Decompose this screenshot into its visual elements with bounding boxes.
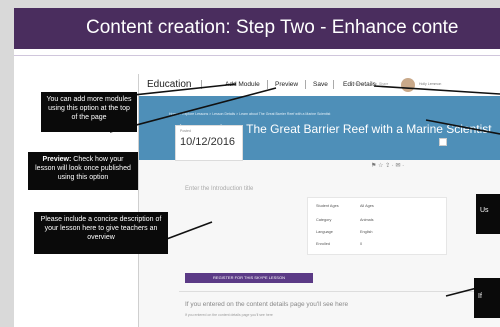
app-brand[interactable]: Education [147, 79, 191, 90]
info-key: Category [316, 218, 332, 222]
user-name[interactable]: Holly Lemmon [419, 82, 441, 86]
lesson-info-card: Student Ages All Ages Category Animals L… [307, 197, 447, 255]
nav-separator [201, 80, 202, 89]
avatar[interactable] [401, 78, 415, 92]
info-value: All Ages [360, 204, 374, 208]
slide-title-bar: Content creation: Step Two - Enhance con… [14, 8, 500, 49]
nav-separator [305, 80, 306, 89]
callout-preview-label: Preview: [42, 156, 72, 163]
callout-right-mid: Us [476, 194, 500, 234]
info-value: English [360, 230, 373, 234]
edit-title-checkbox[interactable] [439, 138, 447, 146]
info-value: 0 [360, 242, 363, 246]
date-label: Posted [180, 129, 191, 133]
callout-preview: Preview: Check how your lesson will look… [28, 152, 138, 190]
register-lesson-link[interactable]: Register lesson [353, 82, 377, 86]
lesson-action-icons[interactable]: ⚑ ☆ ⇪ · ✉ · [371, 162, 404, 169]
section-divider [179, 291, 479, 292]
app-screenshot: Education Add Module Preview Save Edit D… [138, 74, 500, 327]
info-key: Language [316, 230, 333, 234]
share-link[interactable]: Share [379, 82, 388, 86]
content-details-subnote: If you entered on the content details pa… [185, 313, 273, 317]
content-details-note: If you entered on the content details pa… [185, 301, 349, 308]
callout-description: Please include a concise description of … [34, 212, 168, 254]
slide: Content creation: Step Two - Enhance con… [14, 8, 500, 327]
nav-separator [333, 80, 334, 89]
callout-add-module: You can add more modules using this opti… [41, 92, 137, 132]
add-module-button[interactable]: Add Module [225, 81, 260, 88]
info-value: Animals [360, 218, 374, 222]
lesson-date: 10/12/2016 [180, 136, 236, 148]
info-key: Enrolled [316, 242, 330, 246]
register-lesson-button[interactable]: REGISTER FOR THIS SKYPE LESSON [185, 273, 313, 283]
app-top-nav: Education Add Module Preview Save Edit D… [139, 74, 500, 97]
intro-title-input[interactable]: Enter the Introduction title [185, 186, 253, 192]
breadcrumb[interactable]: Home > Explore Lessons > Lesson Details … [169, 112, 330, 116]
save-button[interactable]: Save [313, 81, 328, 88]
preview-button[interactable]: Preview [275, 81, 298, 88]
slide-title: Content creation: Step Two - Enhance con… [86, 17, 459, 38]
nav-separator [267, 80, 268, 89]
title-divider [14, 55, 500, 56]
date-box: Posted 10/12/2016 [175, 125, 243, 161]
info-key: Student Ages [316, 204, 339, 208]
callout-right-bottom: If [474, 278, 500, 318]
